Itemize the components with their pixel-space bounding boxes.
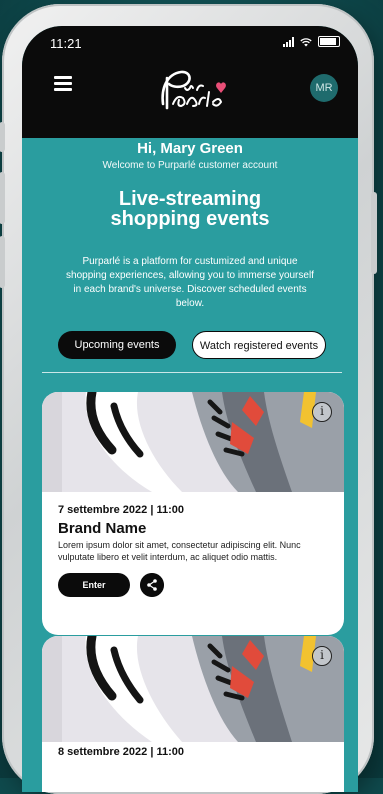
event-brand-name: Brand Name: [58, 520, 147, 537]
info-icon[interactable]: i: [312, 402, 332, 422]
power-button: [371, 192, 377, 274]
volume-up-button: [0, 172, 5, 224]
share-icon[interactable]: [140, 573, 164, 597]
volume-down-button: [0, 236, 5, 288]
enter-button[interactable]: Enter: [58, 573, 130, 597]
status-icons: [283, 36, 340, 47]
status-time: 11:21: [50, 36, 82, 51]
divider: [42, 372, 342, 373]
info-icon[interactable]: i: [312, 646, 332, 666]
welcome-text: Welcome to Purparlé customer account: [102, 160, 278, 171]
hero-section: Hi, Mary Green Welcome to Purparlé custo…: [22, 134, 358, 311]
status-bar: 11:21: [22, 26, 358, 58]
user-avatar[interactable]: MR: [310, 74, 338, 102]
tab-watch-registered-events[interactable]: Watch registered events: [192, 331, 326, 359]
app-header: MR: [22, 58, 358, 138]
purparle-logo: [161, 70, 226, 110]
event-card[interactable]: i 7 settembre 2022 | 11:00 Brand Name Lo…: [42, 392, 344, 635]
signal-icon: [283, 36, 294, 47]
sneaker-image: [42, 636, 344, 742]
event-card[interactable]: i 8 settembre 2022 | 11:00: [42, 636, 344, 792]
hero-title: Live-streaming shopping events: [110, 188, 270, 230]
hamburger-menu-icon[interactable]: [54, 76, 72, 91]
phone-screen: 11:21 MR Hi, Mary Green Welcome to Purpa…: [22, 26, 358, 792]
phone-frame: 11:21 MR Hi, Mary Green Welcome to Purpa…: [0, 4, 377, 794]
event-date: 8 settembre 2022 | 11:00: [58, 746, 184, 758]
greeting-text: Hi, Mary Green: [137, 140, 243, 157]
hero-description: Purparlé is a platform for custumized an…: [66, 256, 314, 309]
event-date: 7 settembre 2022 | 11:00: [58, 504, 184, 516]
tab-upcoming-events[interactable]: Upcoming events: [58, 331, 176, 359]
sneaker-image: [42, 392, 344, 492]
event-description: Lorem ipsum dolor sit amet, consectetur …: [58, 540, 301, 562]
battery-icon: [318, 36, 340, 47]
wifi-icon: [300, 37, 312, 46]
mute-switch: [0, 122, 5, 152]
